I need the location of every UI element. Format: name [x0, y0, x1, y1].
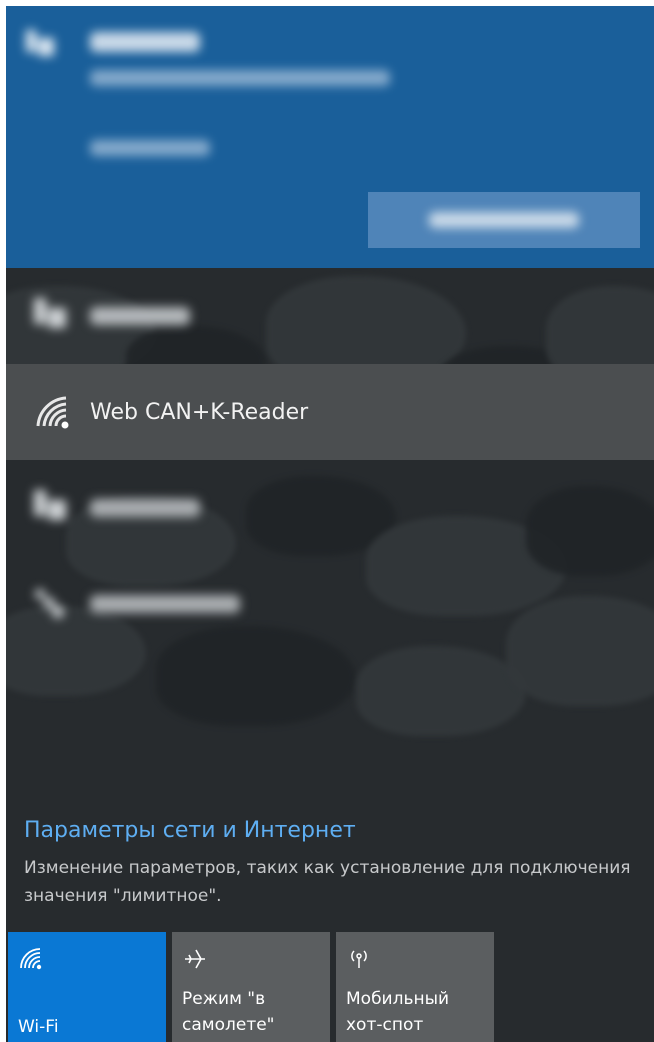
connected-network[interactable] [6, 6, 654, 268]
mobile-hotspot-tile[interactable]: Мобильный хот-спот [336, 932, 494, 1042]
network-name: Web CAN+K-Reader [90, 399, 309, 425]
network-settings-link[interactable]: Параметры сети и Интернет [24, 818, 356, 843]
network-item[interactable] [6, 460, 654, 556]
disconnect-button[interactable] [368, 192, 640, 248]
quick-actions: Wi-Fi Режим "в самолете" Мобильный хот-с… [6, 932, 654, 1042]
disconnect-button-label [429, 212, 579, 228]
network-name [90, 307, 190, 325]
connected-network-name [90, 32, 200, 52]
network-name [90, 595, 240, 613]
open-network-icon [35, 589, 64, 618]
properties-link[interactable] [90, 140, 210, 156]
network-item[interactable] [6, 268, 654, 364]
network-settings-description: Изменение параметров, таких как установл… [24, 858, 631, 906]
wifi-toggle-tile[interactable]: Wi-Fi [8, 932, 166, 1042]
hotspot-icon [351, 950, 367, 968]
airplane-icon [185, 949, 205, 969]
network-icon [34, 298, 66, 328]
network-item-web-can-k-reader[interactable]: Web CAN+K-Reader [6, 364, 654, 460]
network-flyout: Web CAN+K-Reader Параметры сети и Интерн… [6, 6, 654, 1042]
tile-label: Мобильный хот-спот [346, 989, 450, 1035]
tile-label: Режим "в самолете" [182, 989, 275, 1035]
network-icon [26, 30, 54, 56]
connected-network-status [90, 70, 390, 86]
network-item[interactable] [6, 556, 654, 652]
wifi-icon [20, 948, 42, 970]
wifi-icon [36, 396, 69, 429]
tile-label: Wi-Fi [18, 1017, 59, 1037]
network-icon [34, 490, 66, 520]
network-name [90, 499, 200, 517]
airplane-mode-tile[interactable]: Режим "в самолете" [172, 932, 330, 1042]
